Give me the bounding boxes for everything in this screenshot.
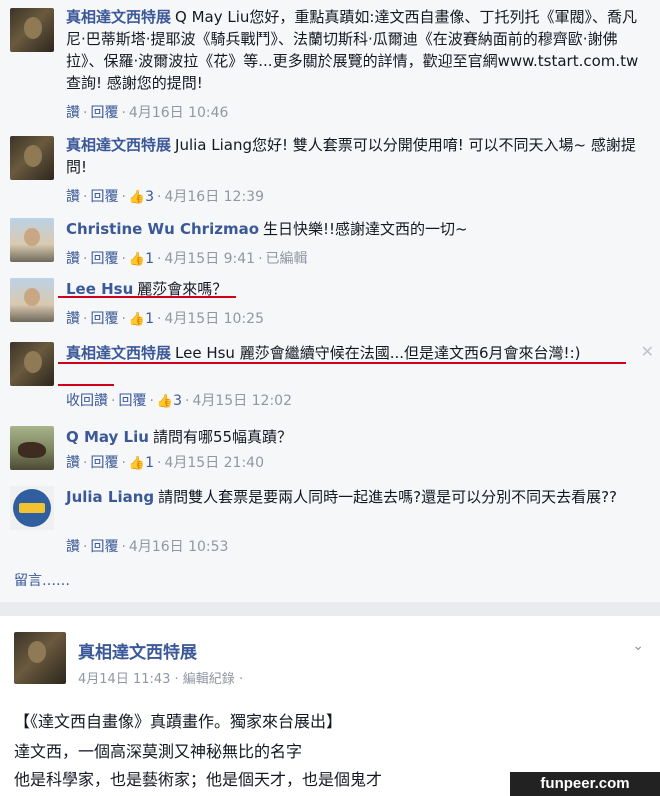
- post-meta[interactable]: 4月14日 11:43 · 編輯紀錄 ·: [78, 668, 243, 687]
- red-underline: [58, 384, 114, 386]
- comment-text: Julia Liang 請問雙人套票是要兩人同時一起進去嗎?還是可以分別不同天去看…: [66, 486, 646, 508]
- comment-text: 真相達文西特展 Lee Hsu 麗莎會繼續守候在法國...但是達文西6月會來台灣!…: [66, 342, 646, 364]
- comment-time[interactable]: 4月15日 9:41: [164, 251, 255, 267]
- reply-button[interactable]: 回覆: [90, 251, 118, 267]
- comment-time[interactable]: 4月16日 12:39: [164, 189, 264, 205]
- post-body-line: 達文西，一個高深莫測又神秘無比的名字: [14, 742, 303, 761]
- comment-actions: 收回讚 · 回覆 · 👍3 · 4月15日 12:02: [66, 393, 292, 409]
- comment-author[interactable]: Julia Liang: [66, 488, 154, 506]
- thumbs-up-icon: 👍: [128, 190, 146, 205]
- comment-author[interactable]: 真相達文西特展: [66, 344, 171, 362]
- page-avatar[interactable]: [14, 632, 66, 684]
- comment-text: Q May Liu 請問有哪55幅真蹟？: [66, 426, 646, 448]
- comment-actions: 讚 · 回覆 · 👍3 · 4月16日 12:39: [66, 189, 264, 205]
- avatar[interactable]: [10, 426, 54, 470]
- comment-actions: 讚 · 回覆 · 👍1 · 4月15日 21:40: [66, 455, 264, 471]
- like-button[interactable]: 讚: [66, 311, 80, 327]
- like-count[interactable]: 1: [145, 455, 154, 471]
- comment-actions: 讚 · 回覆 · 4月16日 10:46: [66, 105, 229, 121]
- comment-actions: 讚 · 回覆 · 👍1 · 4月15日 10:25: [66, 311, 264, 327]
- comment-time[interactable]: 4月15日 10:25: [164, 311, 264, 327]
- page-post: 真相達文西特展 4月14日 11:43 · 編輯紀錄 · ⌄ 【《達文西自畫像》…: [0, 616, 660, 796]
- like-count[interactable]: 1: [145, 311, 154, 327]
- page-name[interactable]: 真相達文西特展: [78, 638, 197, 663]
- comment-author[interactable]: 真相達文西特展: [66, 8, 171, 26]
- post-headline: 【《達文西自畫像》真蹟畫作。獨家來台展出】: [14, 712, 343, 731]
- chevron-down-icon[interactable]: ⌄: [632, 638, 644, 654]
- comment-body: 請問有哪55幅真蹟？: [152, 428, 293, 446]
- thumbs-up-icon: 👍: [128, 252, 146, 267]
- comment: 真相達文西特展 Q May Liu您好，重點真蹟如:達文西自畫像、丁托列托《軍閥》…: [10, 6, 650, 121]
- reply-button[interactable]: 回覆: [90, 189, 118, 205]
- unlike-button[interactable]: 收回讚: [66, 393, 108, 409]
- comments-section: 真相達文西特展 Q May Liu您好，重點真蹟如:達文西自畫像、丁托列托《軍閥》…: [0, 0, 660, 602]
- like-count[interactable]: 3: [145, 189, 154, 205]
- view-more-comments[interactable]: 留言……: [14, 570, 70, 590]
- comment-text: Christine Wu Chrizmao 生日快樂!!感謝達文西的一切~: [66, 218, 646, 240]
- avatar[interactable]: [10, 486, 54, 530]
- reply-button[interactable]: 回覆: [90, 311, 118, 327]
- red-underline: [58, 296, 236, 298]
- like-button[interactable]: 讚: [66, 105, 80, 121]
- comment-text: 真相達文西特展 Julia Liang您好! 雙人套票可以分開使用唷! 可以不同天…: [66, 134, 646, 178]
- divider: [0, 602, 660, 616]
- like-button[interactable]: 讚: [66, 455, 80, 471]
- comment-time[interactable]: 4月16日 10:53: [129, 539, 229, 555]
- comment-time[interactable]: 4月15日 12:02: [192, 393, 292, 409]
- comment-time[interactable]: 4月16日 10:46: [129, 105, 229, 121]
- comment-actions: 讚 · 回覆 · 👍1 · 4月15日 9:41 · 已編輯: [66, 251, 308, 267]
- reply-button[interactable]: 回覆: [90, 105, 118, 121]
- like-button[interactable]: 讚: [66, 539, 80, 555]
- thumbs-up-icon: 👍: [128, 312, 146, 327]
- red-underline: [58, 362, 626, 364]
- edited-label[interactable]: 已編輯: [266, 251, 308, 267]
- comment: 真相達文西特展 Julia Liang您好! 雙人套票可以分開使用唷! 可以不同天…: [10, 134, 650, 208]
- comment: Lee Hsu 麗莎會來嗎？ 讚 · 回覆 · 👍1 · 4月15日 10:25: [10, 278, 650, 330]
- avatar[interactable]: [10, 278, 54, 322]
- avatar[interactable]: [10, 136, 54, 180]
- comment-author[interactable]: 真相達文西特展: [66, 136, 171, 154]
- avatar[interactable]: [10, 342, 54, 386]
- reply-button[interactable]: 回覆: [118, 393, 146, 409]
- close-icon[interactable]: ✕: [641, 342, 654, 361]
- like-button[interactable]: 讚: [66, 251, 80, 267]
- comment: Christine Wu Chrizmao 生日快樂!!感謝達文西的一切~ 讚 · 回…: [10, 218, 650, 270]
- avatar[interactable]: [10, 218, 54, 262]
- reply-button[interactable]: 回覆: [90, 539, 118, 555]
- thumbs-up-icon: 👍: [128, 456, 146, 471]
- comment-body: 生日快樂!!感謝達文西的一切~: [263, 220, 468, 238]
- like-count[interactable]: 1: [145, 251, 154, 267]
- like-button[interactable]: 讚: [66, 189, 80, 205]
- like-count[interactable]: 3: [173, 393, 182, 409]
- post-body-line: 他是科學家，也是藝術家；他是個天才，也是個鬼才: [14, 770, 383, 789]
- comment-author[interactable]: Christine Wu Chrizmao: [66, 220, 259, 238]
- comment: Julia Liang 請問雙人套票是要兩人同時一起進去嗎?還是可以分別不同天去看…: [10, 486, 650, 558]
- comment: 真相達文西特展 Lee Hsu 麗莎會繼續守候在法國...但是達文西6月會來台灣!…: [10, 342, 650, 414]
- comment-text: 真相達文西特展 Q May Liu您好，重點真蹟如:達文西自畫像、丁托列托《軍閥》…: [66, 6, 646, 94]
- comment-body: 請問雙人套票是要兩人同時一起進去嗎?還是可以分別不同天去看展??: [158, 488, 618, 506]
- watermark: funpeer.com: [510, 772, 660, 796]
- thumbs-up-icon: 👍: [156, 394, 174, 409]
- comment: Q May Liu 請問有哪55幅真蹟？ 讚 · 回覆 · 👍1 · 4月15日 21:40: [10, 426, 650, 478]
- comment-author[interactable]: Q May Liu: [66, 428, 149, 446]
- reply-button[interactable]: 回覆: [90, 455, 118, 471]
- comment-actions: 讚 · 回覆 · 4月16日 10:53: [66, 539, 229, 555]
- comment-body: Lee Hsu 麗莎會繼續守候在法國...但是達文西6月會來台灣!:): [175, 344, 581, 362]
- avatar[interactable]: [10, 8, 54, 52]
- comment-time[interactable]: 4月15日 21:40: [164, 455, 264, 471]
